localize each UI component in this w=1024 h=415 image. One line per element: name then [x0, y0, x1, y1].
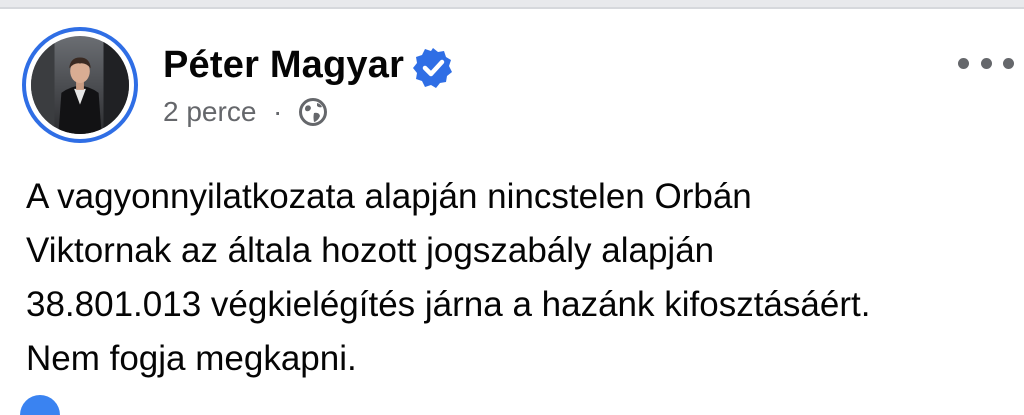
author-avatar[interactable]	[22, 27, 138, 143]
post-line: Nem fogja megkapni.	[26, 339, 357, 378]
post-timestamp[interactable]: 2 perce	[163, 94, 256, 130]
globe-icon	[299, 98, 327, 126]
author-name[interactable]: Péter Magyar	[163, 42, 404, 88]
meta-separator: ·	[273, 96, 283, 127]
post-body: A vagyonnyilatkozata alapján nincstelen …	[26, 170, 1006, 386]
avatar-photo	[31, 36, 129, 134]
top-divider	[0, 0, 1024, 9]
more-options-icon	[958, 57, 969, 69]
post-line: 38.801.013 végkielégítés járna a hazánk …	[26, 285, 871, 324]
cropped-icon	[20, 395, 60, 415]
post-line: A vagyonnyilatkozata alapján nincstelen …	[26, 177, 752, 216]
post-line: Viktornak az általa hozott jogszabály al…	[26, 231, 715, 270]
cropped-next-row	[20, 395, 1020, 415]
verified-badge-icon	[413, 48, 452, 88]
more-options-button[interactable]	[958, 46, 1014, 80]
